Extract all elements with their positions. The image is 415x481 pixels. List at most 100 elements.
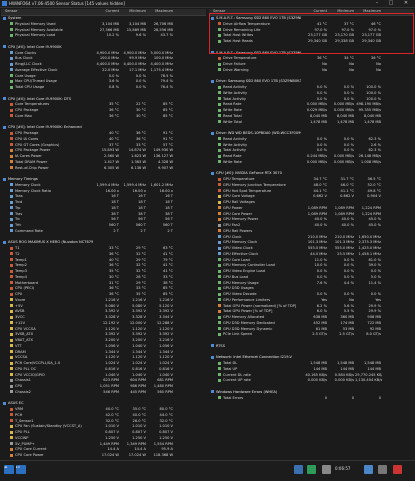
sensor-name: Rest-of-Chip Power <box>15 165 49 170</box>
temp-icon <box>10 131 13 135</box>
use-icon <box>218 137 221 141</box>
current-value: 36 °C <box>108 113 119 118</box>
sensor-name: GPU Fan2 <box>223 223 241 227</box>
sensor-panel-right[interactable]: Sensor Current Minimum Maximum S.M.A.R.T… <box>209 9 414 459</box>
nav-right-button[interactable]: ▸◂ <box>16 465 26 474</box>
temp-icon <box>10 275 13 279</box>
use-icon <box>218 292 221 296</box>
fan-icon <box>10 384 13 388</box>
header-current[interactable]: Current <box>93 9 120 15</box>
sensor-label: Current UP rate <box>209 378 301 384</box>
sensor-name: GPU Power <box>223 205 243 210</box>
use-icon <box>218 378 221 382</box>
sensor-name: Read Rate <box>223 154 242 158</box>
sensor-label: RTSS <box>209 344 301 350</box>
sensor-panel-left[interactable]: Sensor Current Minimum Maximum System Phy… <box>1 9 206 459</box>
sec-icon <box>211 51 214 54</box>
sensor-name: GPU Core Load <box>223 257 250 262</box>
sensor-name: Drive Warning <box>223 67 249 72</box>
report-icon[interactable] <box>364 465 373 474</box>
maximum-value: 8.0 GT/s <box>366 332 381 337</box>
use-icon <box>218 281 221 284</box>
volt-icon <box>10 344 13 348</box>
use-icon <box>218 258 221 261</box>
chart-icon[interactable] <box>307 465 316 474</box>
temp-icon <box>10 407 13 411</box>
sensor-name: Total DL <box>223 361 238 365</box>
use-icon <box>10 22 13 26</box>
maximize-button[interactable]: □ <box>385 0 397 7</box>
current-value: 0.8 % <box>108 85 119 89</box>
sensor-name: GPU Effective Clock <box>223 251 259 256</box>
close-button[interactable]: ✕ <box>400 0 412 7</box>
sensor-name: Core Usage <box>15 73 36 78</box>
maximum-value: 29,340 GB <box>362 39 381 43</box>
bottom-toolbar: ◂▸ ▸◂ 0:06:57 <box>0 460 415 481</box>
sensor-row[interactable]: CPU Core Power 17.024 W 17.024 W 118.368 W <box>1 453 206 459</box>
sensor-name: VTT <box>15 343 22 348</box>
current-value: 29,340 GB <box>308 39 327 43</box>
header-minimum[interactable]: Minimum <box>120 9 147 15</box>
volt-icon <box>10 321 13 325</box>
sensor-label: Command Rate <box>1 229 93 235</box>
sensor-name: 3VCC <box>15 315 25 319</box>
network-icon[interactable] <box>294 465 303 474</box>
header-sensor[interactable]: Sensor <box>1 9 93 15</box>
minimum-value: No <box>349 67 354 72</box>
minimum-value: 2.5 GT/s <box>339 332 354 337</box>
sensor-name: Memory Clock <box>15 182 41 187</box>
sensor-name: Total Host Writes <box>223 33 254 38</box>
use-icon <box>10 79 13 83</box>
sec-icon <box>3 240 6 244</box>
current-value: 2 T <box>113 228 119 233</box>
header-maximum[interactable]: Maximum <box>147 9 174 15</box>
nav-left-button[interactable]: ◂▸ <box>4 465 14 474</box>
minimize-button[interactable]: – <box>371 0 383 7</box>
header-maximum[interactable]: Maximum <box>355 9 382 15</box>
settings-icon[interactable] <box>378 465 387 474</box>
sensor-name: Read Total <box>223 113 242 118</box>
volt-icon <box>10 315 13 319</box>
current-value: 2.5 GT/s <box>312 332 327 337</box>
use-icon <box>218 28 221 31</box>
temp-icon <box>10 137 13 141</box>
window-title: HWiNFO64 v7.06-4500 Sensor Status [145 v… <box>9 1 125 6</box>
sensor-name: CPU VCCSA <box>15 326 36 331</box>
sensor-label: CPU Core Power <box>1 453 93 459</box>
fan-icon <box>10 390 13 394</box>
sensor-name: GPU Video Decode <box>223 292 257 296</box>
sensor-name: CPU Core Current <box>15 447 47 452</box>
sensor-name: Total Activity <box>223 96 246 101</box>
sensor-name: 5V_PUMP+ <box>15 441 35 446</box>
sensor-name: GPU D3D Usages <box>223 286 254 291</box>
sec-icon <box>211 390 214 394</box>
sensor-name: Bus Clock <box>15 56 33 61</box>
sensor-name: Memory Clock Ratio <box>15 188 51 193</box>
clk-icon <box>10 62 13 66</box>
sensor-name: Windows Hardware Errors (WHEA) <box>216 389 278 394</box>
header-minimum[interactable]: Minimum <box>328 9 355 15</box>
sensor-label: Total CPU Usage <box>1 85 93 91</box>
sensor-name: Vcore <box>15 297 26 302</box>
sensor-name: CPU <box>15 292 23 296</box>
sensor-name: Tcas <box>15 194 23 199</box>
sec-icon <box>3 177 6 181</box>
header-sensor[interactable]: Sensor <box>209 9 301 15</box>
header-current[interactable]: Current <box>301 9 328 15</box>
sensor-label: Write Rate <box>209 160 301 166</box>
minimum-value: 9.6 % <box>135 33 146 38</box>
sensor-name: CPU [#0]: Intel Core i9-9900K: Enhanced <box>8 125 82 130</box>
minimum-value: 0.000 MB/s <box>333 159 354 164</box>
use-icon <box>218 39 221 43</box>
sensor-name: Drive Temperature <box>223 56 257 61</box>
sensor-name: CPU Core Power <box>15 453 44 457</box>
sensor-name: Drive Airflow Temperature <box>223 21 270 26</box>
sensor-name: Total Host Reads <box>223 39 253 43</box>
sensor-row[interactable]: Total Errors 0 0 0 <box>209 396 414 402</box>
sensor-name: Drive: WD WD BEDS-10PBDA0 (WD-WCC3F00999… <box>216 131 301 135</box>
sec-icon <box>211 16 214 20</box>
close-icon[interactable] <box>393 465 402 474</box>
pow-icon <box>10 453 13 457</box>
sensor-name: Write Activity <box>223 142 248 147</box>
sensor-name: GPU [#0]: NVIDIA GeForce RTX 3070 <box>216 171 282 176</box>
